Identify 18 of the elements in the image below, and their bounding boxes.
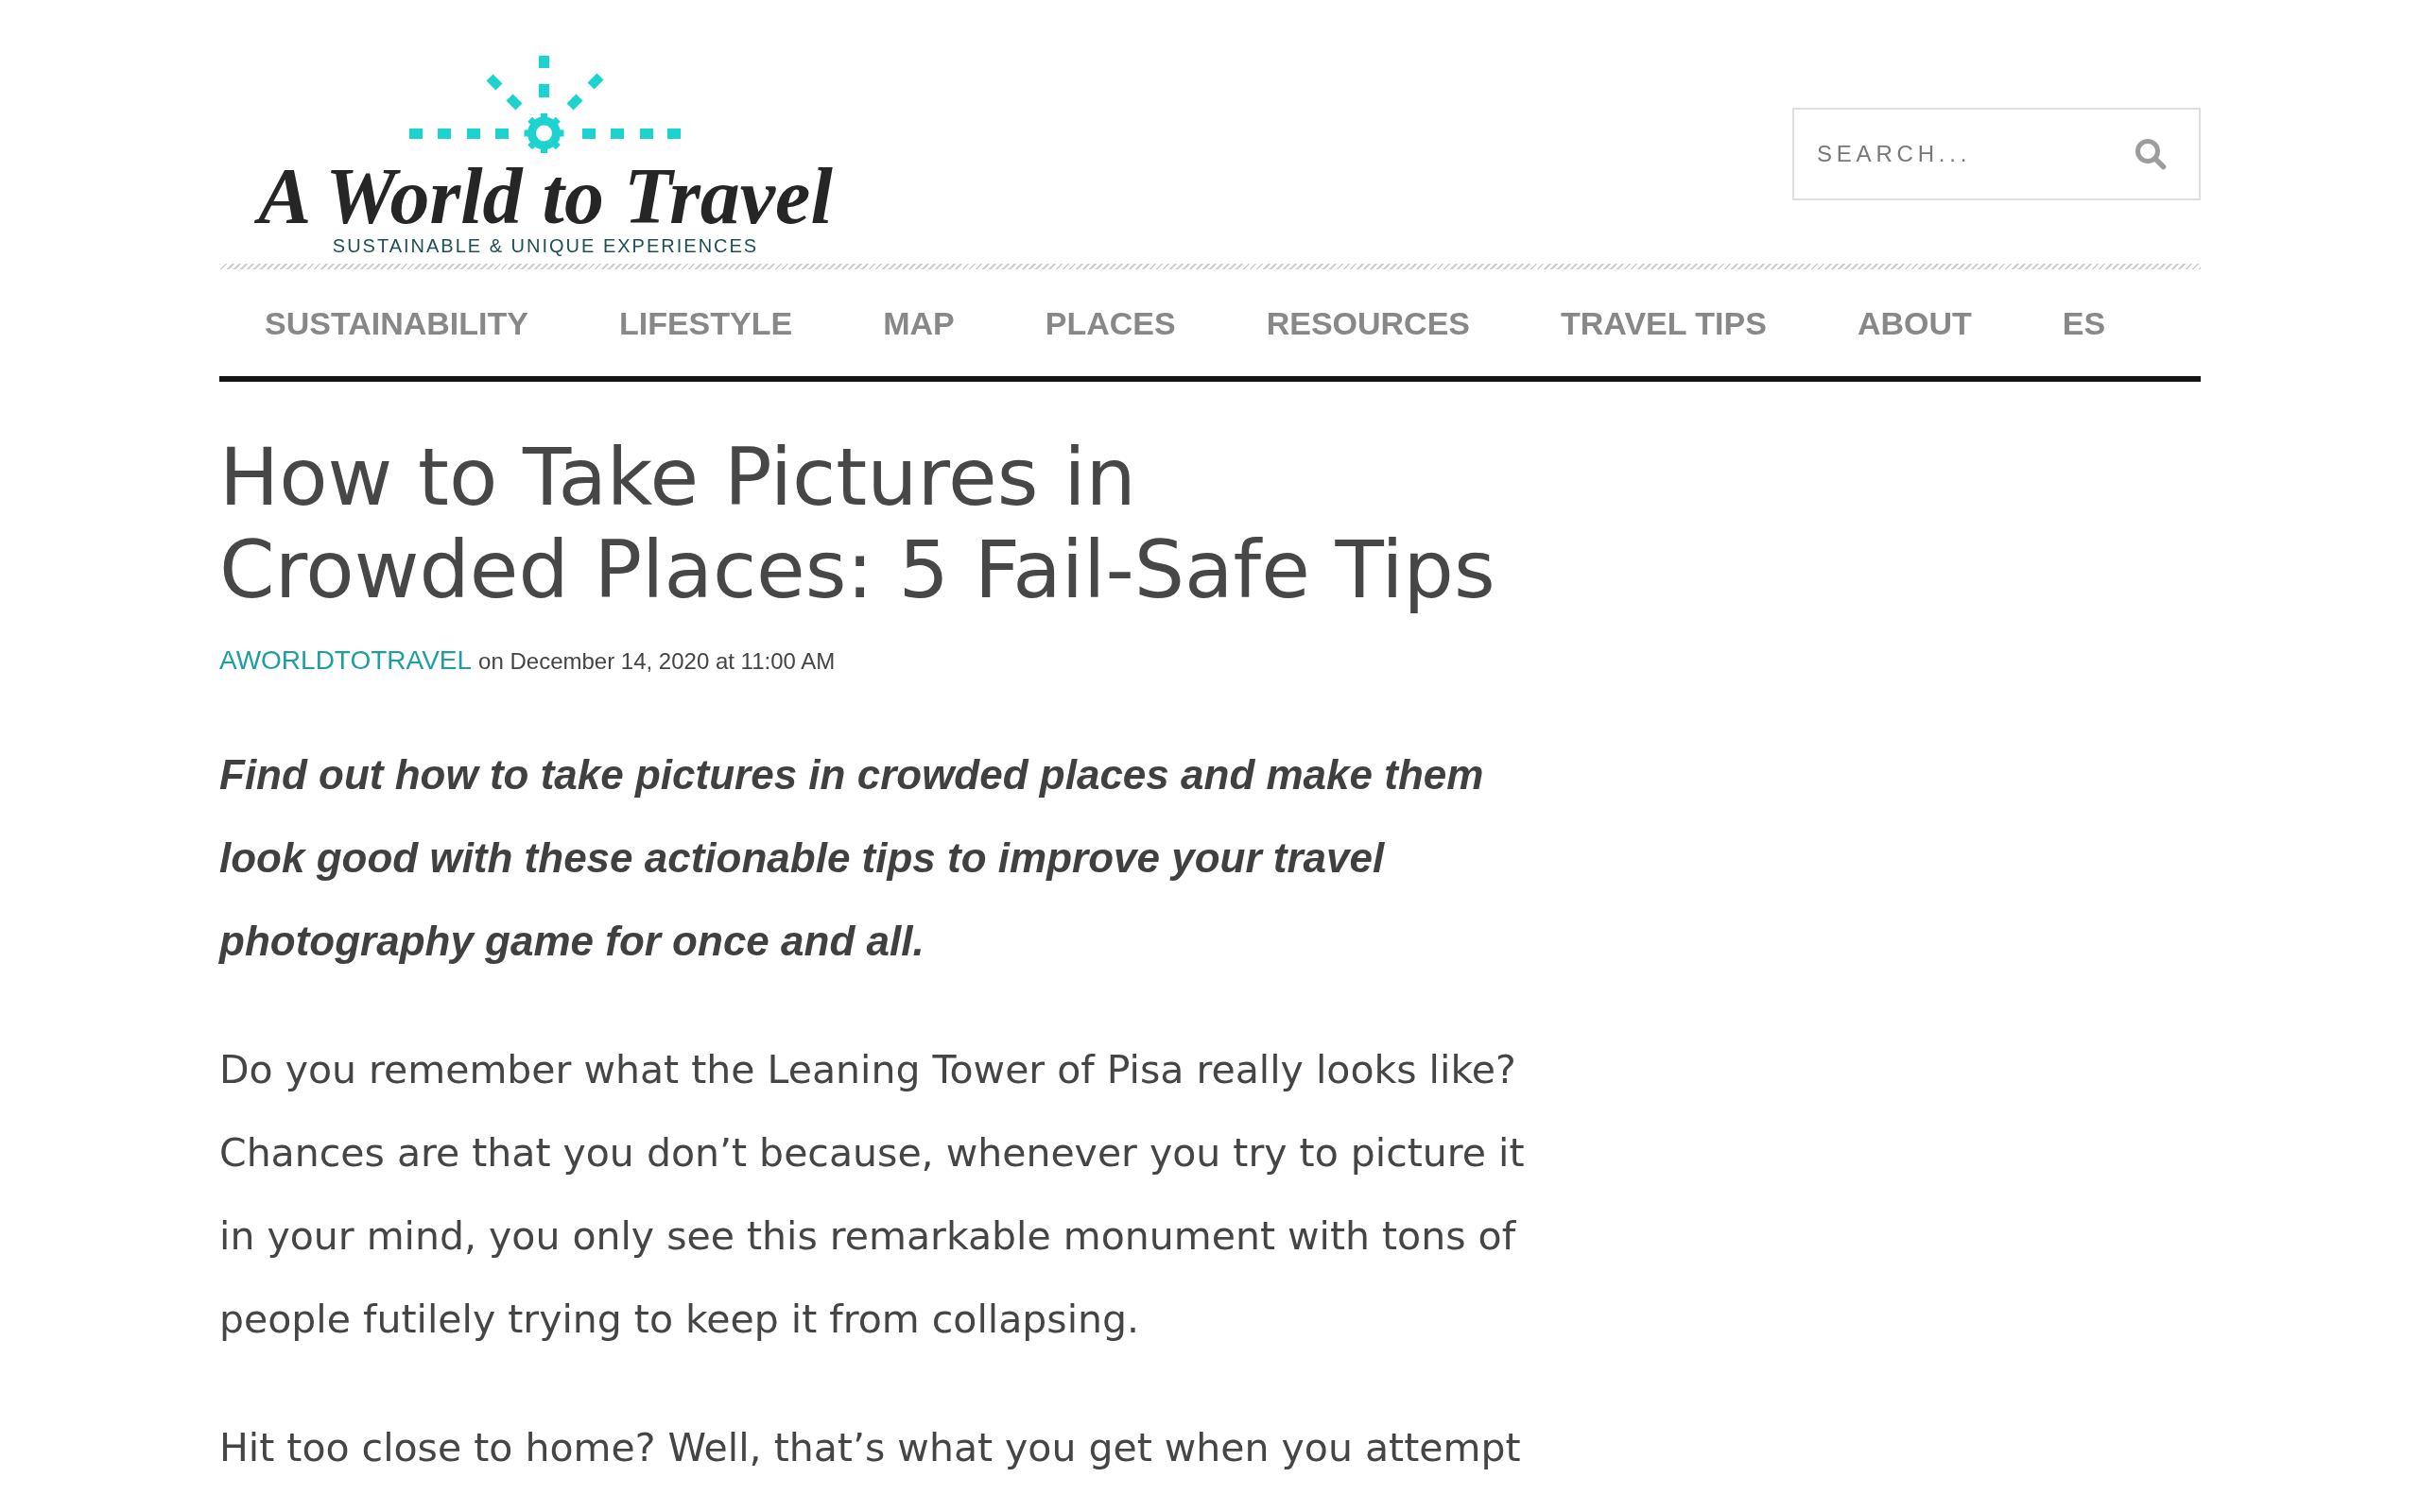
nav-link[interactable]: ES (2016, 306, 2152, 339)
sun-logo-icon (409, 56, 682, 154)
post-date: on December 14, 2020 at 11:00 AM (478, 647, 836, 676)
article-paragraph: Hit too close to home? Well, that’s what you get when you attempt (219, 1424, 1522, 1472)
nav-link[interactable]: RESOURCES (1220, 306, 1516, 339)
author-link[interactable]: AWORLDTOTRAVEL (219, 644, 473, 678)
nav-link[interactable]: LIFESTYLE (573, 306, 838, 339)
nav-link[interactable]: TRAVEL TIPS (1515, 306, 1812, 339)
search-icon[interactable] (2135, 138, 2167, 170)
nav-link[interactable]: ABOUT (1811, 306, 2017, 339)
nav-link[interactable]: PLACES (999, 306, 1221, 339)
nav-link[interactable]: MAP (838, 306, 1000, 339)
article-lead: Find out how to take pictures in crowded places and make them look good with these actionable tips to improve your travel photography game for once and all. (219, 750, 1485, 966)
article-paragraph: Do you remember what the Leaning Tower of Pisa really looks like? Chances are that you don’t because, whenever you try to picture it in your mind, you only see this remarkable monument with tons of people futilely trying to keep it from collapsing. (219, 1046, 1526, 1344)
article-title: How to Take Pictures in Crowded Places: 5 Fail-Safe Tips (219, 431, 1495, 616)
logo-tagline: SUSTAINABLE & UNIQUE EXPERIENCES (332, 236, 759, 255)
search-field[interactable]: SEARCH... (1792, 108, 2201, 200)
nav-link[interactable]: SUSTAINABILITY (219, 306, 574, 339)
